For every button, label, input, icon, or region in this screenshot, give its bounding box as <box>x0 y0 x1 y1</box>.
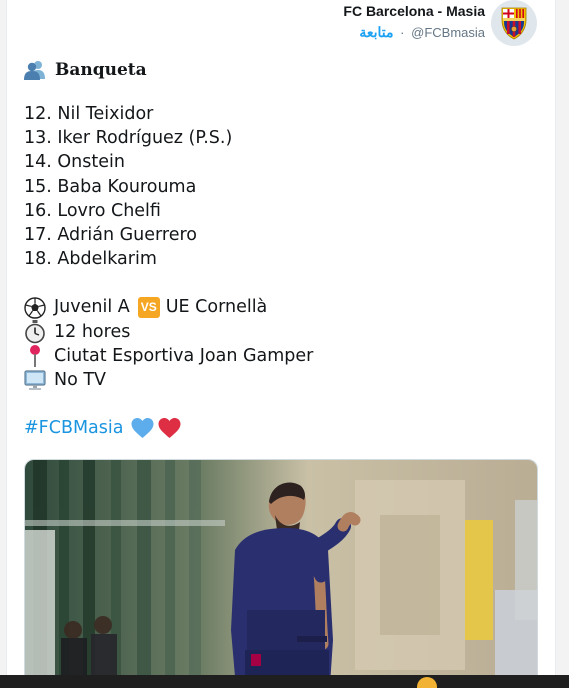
tweet-text: Banqueta 12. Nil Teixidor 13. Iker Rodrí… <box>24 56 544 440</box>
coach-photo <box>25 460 537 688</box>
time-line: 12 hores <box>24 319 544 344</box>
author-subline: متابعة · @FCBmasia <box>343 22 485 43</box>
bench-list: 12. Nil Teixidor 13. Iker Rodríguez (P.S… <box>24 102 544 271</box>
vs-badge: VS <box>137 297 160 319</box>
list-item: 16. Lovro Chelfi <box>24 200 161 221</box>
author-block: FC Barcelona - Masia متابعة · @FCBmasia <box>343 0 485 43</box>
match-line: Juvenil A VS UE Cornellà <box>24 295 544 319</box>
round-pushpin-icon <box>24 344 46 367</box>
avatar[interactable] <box>491 0 537 46</box>
fc-barcelona-crest-icon <box>501 7 527 40</box>
match-info: Juvenil A VS UE Cornellà 12 hores Ciutat… <box>24 295 544 392</box>
away-team: UE Cornellà <box>165 297 268 318</box>
soccer-ball-icon <box>24 296 46 319</box>
bench-heading: Banqueta <box>24 56 544 84</box>
author-display-name[interactable]: FC Barcelona - Masia <box>343 2 485 20</box>
busts-in-silhouette-icon <box>24 59 46 81</box>
match-venue: Ciutat Esportiva Joan Gamper <box>54 345 314 366</box>
list-item: 15. Baba Kourouma <box>24 176 197 197</box>
blue-heart-icon <box>131 418 154 439</box>
desktop-computer-icon <box>24 369 46 391</box>
list-item: 14. Onstein <box>24 152 125 173</box>
separator-dot: · <box>400 25 405 40</box>
list-item: 18. Abdelkarim <box>24 249 157 270</box>
hashtag-row: #FCBMasia <box>24 416 544 440</box>
list-item: 12. Nil Teixidor <box>24 104 154 124</box>
red-heart-icon <box>158 418 181 439</box>
follow-button[interactable]: متابعة <box>359 24 393 40</box>
tv-info: No TV <box>54 370 107 391</box>
hashtag-link[interactable]: #FCBMasia <box>24 416 123 440</box>
tweet-card: FC Barcelona - Masia متابعة · @FCBmasia <box>6 0 556 688</box>
tweet-header: FC Barcelona - Masia متابعة · @FCBmasia <box>343 0 537 46</box>
bottom-bar <box>0 675 569 688</box>
bench-heading-text: Banqueta <box>55 60 147 80</box>
tweet-photo[interactable] <box>24 459 538 688</box>
list-item: 17. Adrián Guerrero <box>24 225 198 246</box>
home-team: Juvenil A <box>54 297 130 318</box>
hearts <box>130 417 182 439</box>
author-handle[interactable]: @FCBmasia <box>411 25 485 40</box>
tv-line: No TV <box>24 368 544 392</box>
stopwatch-icon <box>24 319 46 344</box>
match-time: 12 hores <box>54 321 131 342</box>
list-item: 13. Iker Rodríguez (P.S.) <box>24 128 233 149</box>
venue-line: Ciutat Esportiva Joan Gamper <box>24 344 544 368</box>
